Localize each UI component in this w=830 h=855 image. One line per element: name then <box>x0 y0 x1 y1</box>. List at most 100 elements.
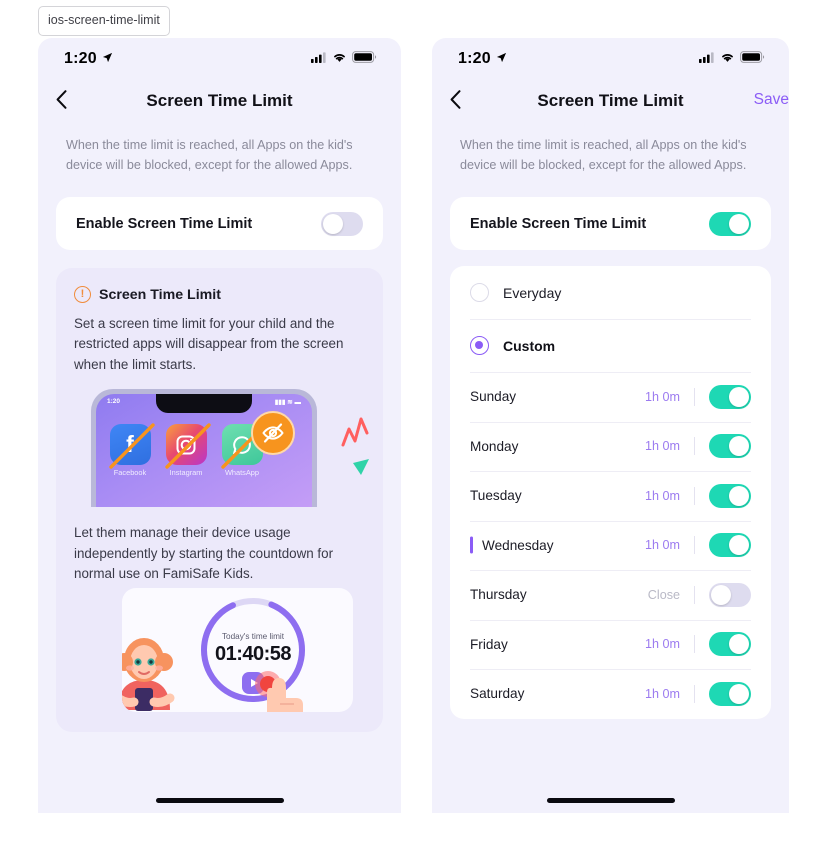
schedule-option-custom[interactable]: Custom <box>450 319 771 372</box>
exclamation-circle-icon: ! <box>74 286 91 304</box>
toggle-knob <box>729 535 749 556</box>
radio-everyday-icon[interactable] <box>470 283 489 303</box>
status-time-left: 1:20 <box>64 50 113 68</box>
location-arrow-icon <box>496 50 507 68</box>
home-indicator-left <box>155 798 284 803</box>
day-separator <box>694 437 695 456</box>
day-toggle-tuesday[interactable] <box>709 483 751 508</box>
day-toggle-sunday[interactable] <box>709 384 751 409</box>
day-row-monday[interactable]: Monday 1h 0m <box>450 421 771 472</box>
phone-panel-right: 1:20 Screen Time Limit Save When the tim… <box>432 38 789 813</box>
radio-custom-icon[interactable] <box>470 336 489 356</box>
page-title-left: Screen Time Limit <box>146 91 293 110</box>
location-arrow-icon <box>102 50 113 68</box>
toggle-knob <box>729 213 749 234</box>
back-button-left[interactable] <box>56 89 86 113</box>
nav-bar-right: Screen Time Limit Save <box>432 80 789 122</box>
status-bar-right: 1:20 <box>432 38 789 80</box>
toggle-knob <box>729 436 749 457</box>
nav-bar-left: Screen Time Limit <box>38 80 401 122</box>
cellular-signal-icon <box>699 50 715 68</box>
page-tag-chip: ios-screen-time-limit <box>38 6 170 36</box>
day-row-saturday[interactable]: Saturday 1h 0m <box>450 669 771 719</box>
intro-text-left: When the time limit is reached, all Apps… <box>66 138 353 172</box>
wifi-icon <box>332 50 347 68</box>
page-title-right: Screen Time Limit <box>537 91 684 110</box>
status-icons-left <box>311 50 377 68</box>
instagram-icon <box>165 424 207 466</box>
day-toggle-friday[interactable] <box>709 632 751 657</box>
mock-app-label: WhatsApp <box>224 468 260 478</box>
status-time-value: 1:20 <box>64 50 97 67</box>
day-row-thursday[interactable]: Thursday Close <box>450 570 771 620</box>
girl-with-phone-illustration <box>122 638 175 712</box>
day-separator <box>694 684 695 703</box>
phone-mock-illustration: 1:20 ▮▮▮ ≋ ▬ f Facebook Instagram WhatsA… <box>74 389 369 508</box>
facebook-glyph: f <box>126 431 134 458</box>
battery-full-icon <box>740 50 765 68</box>
day-toggle-saturday[interactable] <box>709 681 751 706</box>
enable-card-right: Enable Screen Time Limit <box>450 197 771 251</box>
info-card-body-2: Let them manage their device usage indep… <box>74 525 334 581</box>
day-value: 1h 0m <box>644 637 680 652</box>
day-toggle-thursday[interactable] <box>709 582 751 607</box>
enable-screen-time-toggle-right[interactable] <box>709 211 751 236</box>
day-toggle-wednesday[interactable] <box>709 533 751 558</box>
enable-screen-time-label-right: Enable Screen Time Limit <box>470 215 647 232</box>
day-row-wednesday[interactable]: Wednesday 1h 0m <box>450 520 771 571</box>
enable-screen-time-row-right[interactable]: Enable Screen Time Limit <box>450 197 771 250</box>
day-separator <box>694 536 695 555</box>
enable-screen-time-row-left[interactable]: Enable Screen Time Limit <box>56 197 383 250</box>
toggle-knob <box>729 683 749 704</box>
back-button-right[interactable] <box>450 89 480 113</box>
instagram-glyph <box>166 424 207 465</box>
day-value: 1h 0m <box>644 686 680 701</box>
schedule-option-everyday[interactable]: Everyday <box>450 266 771 319</box>
countdown-label: Today's time limit <box>221 632 285 642</box>
wifi-icon <box>720 50 735 68</box>
schedule-option-label: Everyday <box>503 284 562 301</box>
day-value: Close <box>647 587 680 602</box>
bottom-spacer <box>38 732 401 746</box>
countdown-card: Today's time limit 01:40:58 <box>122 588 353 713</box>
day-value: 1h 0m <box>644 538 680 553</box>
day-separator <box>694 635 695 654</box>
enable-card-left: Enable Screen Time Limit <box>56 197 383 251</box>
tapping-hand-icon <box>255 671 303 713</box>
schedule-option-label: Custom <box>503 337 556 354</box>
day-value: 1h 0m <box>644 488 680 503</box>
status-icons-right <box>699 50 765 68</box>
day-row-friday[interactable]: Friday 1h 0m <box>450 619 771 670</box>
day-label: Tuesday <box>470 488 522 504</box>
day-label: Monday <box>470 438 519 454</box>
decorative-squiggle-icon <box>341 417 369 476</box>
enable-screen-time-toggle-left[interactable] <box>321 211 363 236</box>
phone-panel-left: 1:20 Screen Time Limit When the time lim… <box>38 38 401 813</box>
schedule-card: Everyday Custom Sunday 1h 0m Monday 1h 0… <box>450 266 771 719</box>
status-time-right: 1:20 <box>458 50 507 68</box>
battery-full-icon <box>352 50 377 68</box>
day-row-tuesday[interactable]: Tuesday 1h 0m <box>450 471 771 521</box>
info-card-header: ! Screen Time Limit <box>74 286 365 304</box>
day-separator <box>694 387 695 406</box>
cellular-signal-icon <box>311 50 327 68</box>
status-time-value: 1:20 <box>458 50 491 67</box>
day-label: Thursday <box>470 587 527 603</box>
mock-app-label: Instagram <box>169 468 203 478</box>
mock-status-bar: 1:20 ▮▮▮ ≋ ▬ <box>96 398 312 406</box>
day-label: Sunday <box>470 389 517 405</box>
day-row-sunday[interactable]: Sunday 1h 0m <box>450 372 771 422</box>
current-day-indicator <box>470 536 473 554</box>
day-toggle-monday[interactable] <box>709 434 751 459</box>
status-bar-left: 1:20 <box>38 38 401 80</box>
toggle-knob <box>729 634 749 655</box>
day-separator <box>694 486 695 505</box>
day-label: Wednesday <box>482 537 554 553</box>
toggle-knob <box>729 386 749 407</box>
mock-app-label: Facebook <box>113 468 147 478</box>
mock-app-facebook: f Facebook <box>108 423 155 478</box>
save-button[interactable]: Save <box>754 91 789 109</box>
mock-app-instagram: Instagram <box>164 423 211 478</box>
day-label: Friday <box>470 636 508 652</box>
facebook-icon: f <box>109 424 151 466</box>
